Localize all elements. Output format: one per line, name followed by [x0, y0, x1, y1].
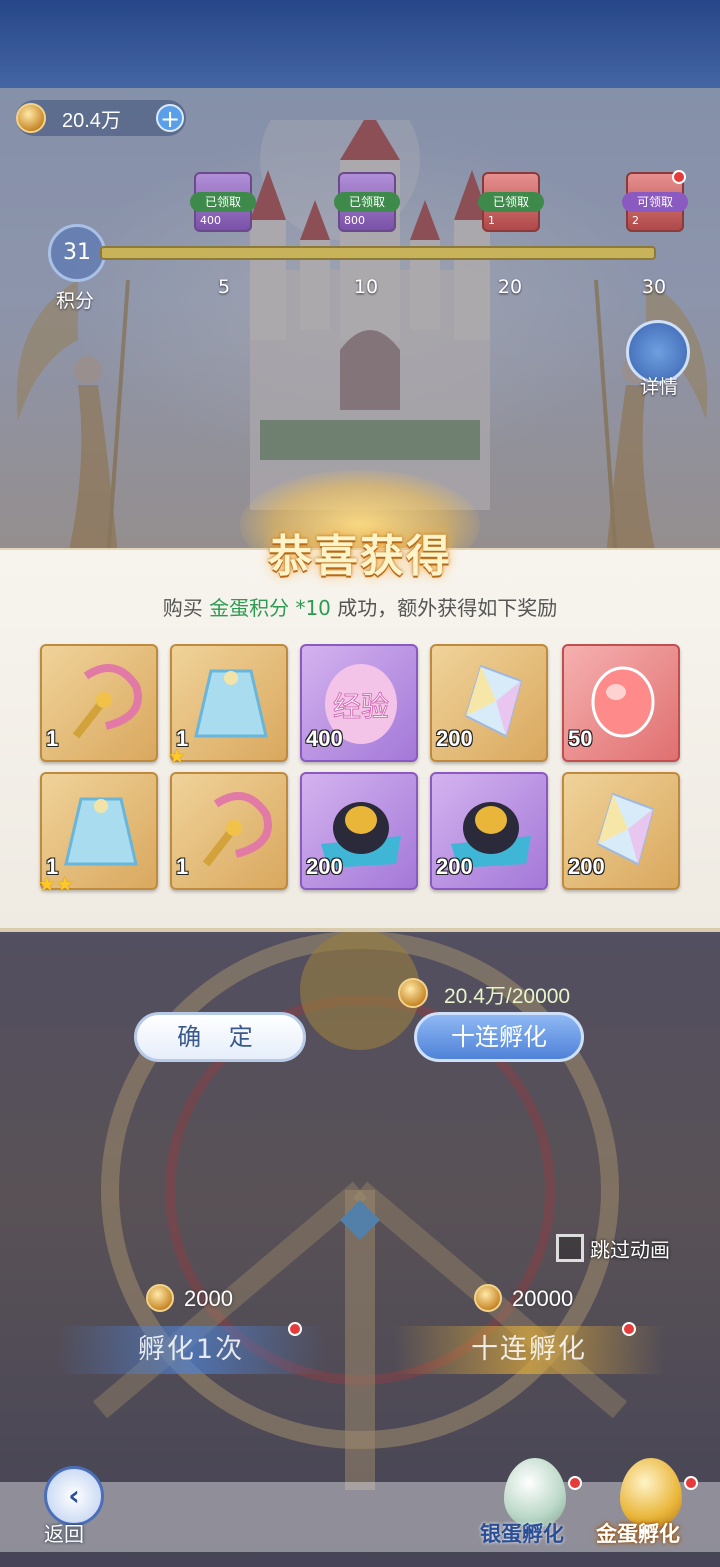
back-label[interactable]: 返回	[44, 1518, 84, 1547]
confirm-button[interactable]: 确 定	[134, 1012, 306, 1062]
points-counter: 31	[48, 224, 106, 282]
currency-value: 20.4万	[62, 110, 121, 132]
milestone-amount: 1	[488, 214, 495, 227]
reward-item[interactable]: 200	[562, 772, 680, 890]
skip-animation-label[interactable]: 跳过动画	[590, 1234, 670, 1263]
reward-item[interactable]: 1 ★★	[38, 772, 158, 896]
back-arrow-icon[interactable]: ‹	[44, 1466, 104, 1526]
pink-scepter-icon	[202, 792, 272, 867]
blue-cape-icon	[64, 797, 138, 866]
gold-coin-icon	[16, 103, 46, 133]
item-quantity: 200	[436, 854, 473, 879]
item-quantity: 400	[306, 726, 343, 751]
notification-dot	[288, 1322, 302, 1336]
reward-item[interactable]: 50	[562, 644, 680, 762]
item-quantity: 200	[436, 726, 473, 751]
item-quantity: 50	[568, 726, 593, 751]
milestone-reward-1[interactable]: 已领取 400	[190, 172, 256, 232]
ten-hatch-price: 20000	[512, 1286, 574, 1311]
skip-animation-checkbox[interactable]	[556, 1234, 584, 1262]
milestone-threshold: 20	[497, 276, 523, 298]
blue-cape-icon	[194, 669, 268, 738]
currency-bar: 20.4万 +	[16, 100, 186, 136]
star-rating: ★★	[38, 872, 74, 896]
reward-item[interactable]: 1 ★	[168, 644, 288, 768]
item-quantity: 1	[176, 854, 189, 879]
reward-item[interactable]: 经验 400	[300, 644, 418, 762]
detail-label[interactable]: 详情	[640, 372, 678, 399]
pink-scepter-icon	[72, 664, 142, 739]
points-progress-track	[100, 246, 656, 260]
notification-dot	[672, 170, 686, 184]
subtitle-suffix: 成功，额外获得如下奖励	[330, 596, 558, 620]
gold-egg-tab[interactable]: 金蛋孵化	[596, 1518, 680, 1548]
notification-dot	[568, 1476, 582, 1490]
hatch-once-button[interactable]: 孵化1次	[56, 1326, 326, 1374]
claimed-badge: 已领取	[190, 192, 256, 212]
milestone-threshold: 10	[353, 276, 379, 298]
exp-text: 经验	[333, 690, 389, 723]
milestone-reward-2[interactable]: 已领取 800	[334, 172, 400, 232]
star-rating: ★	[168, 744, 186, 768]
points-label: 积分	[56, 290, 95, 312]
popup-title: 恭喜获得	[268, 531, 452, 582]
silver-egg-tab[interactable]: 银蛋孵化	[480, 1518, 564, 1548]
item-quantity: 1	[46, 726, 59, 751]
plus-icon[interactable]: +	[156, 104, 184, 132]
milestone-amount: 800	[344, 214, 365, 227]
notification-dot	[622, 1322, 636, 1336]
gold-coin-icon	[146, 1284, 174, 1312]
gold-coin-icon	[474, 1284, 502, 1312]
item-quantity: 200	[568, 854, 605, 879]
single-hatch-price: 2000	[184, 1286, 233, 1311]
milestone-threshold: 30	[641, 276, 667, 298]
claimed-badge: 已领取	[478, 192, 544, 212]
milestone-threshold: 5	[217, 276, 231, 298]
milestone-reward-3[interactable]: 已领取 1	[478, 172, 544, 232]
reward-item[interactable]: 1	[170, 772, 288, 890]
ten-hatch-button[interactable]: 十连孵化	[414, 1012, 584, 1062]
reward-item[interactable]: 1	[40, 644, 158, 762]
item-quantity: 200	[306, 854, 343, 879]
milestone-amount: 400	[200, 214, 221, 227]
milestone-amount: 2	[632, 214, 639, 227]
claimable-badge: 可领取	[622, 192, 688, 212]
subtitle-highlight: 金蛋积分 *10	[209, 596, 331, 620]
reward-item[interactable]: 200	[300, 772, 418, 890]
popup-subtitle: 购买 金蛋积分 *10 成功，额外获得如下奖励	[0, 592, 720, 621]
subtitle-prefix: 购买	[162, 596, 210, 620]
claimed-badge: 已领取	[334, 192, 400, 212]
hatch-cost: 20.4万/20000	[444, 985, 571, 1008]
gold-coin-icon	[398, 978, 428, 1008]
reward-item[interactable]: 200	[430, 772, 548, 890]
notification-dot	[684, 1476, 698, 1490]
reward-item[interactable]: 200	[430, 644, 548, 762]
